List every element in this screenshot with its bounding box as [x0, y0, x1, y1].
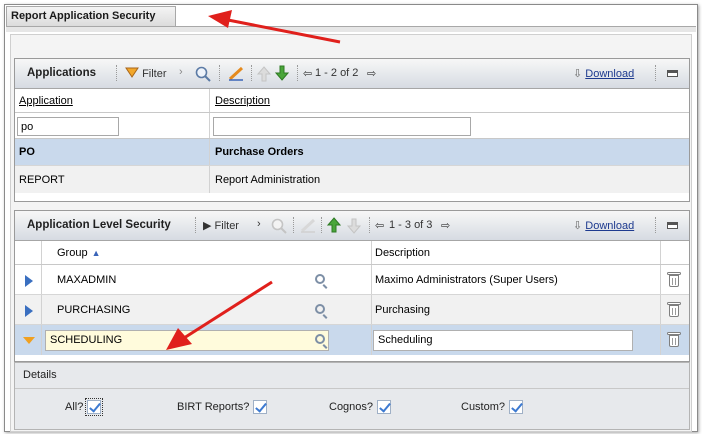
annotation-layer	[166, 10, 341, 350]
annotation-arrow-title	[208, 10, 341, 44]
annotation-arrow-scheduling	[166, 280, 273, 350]
